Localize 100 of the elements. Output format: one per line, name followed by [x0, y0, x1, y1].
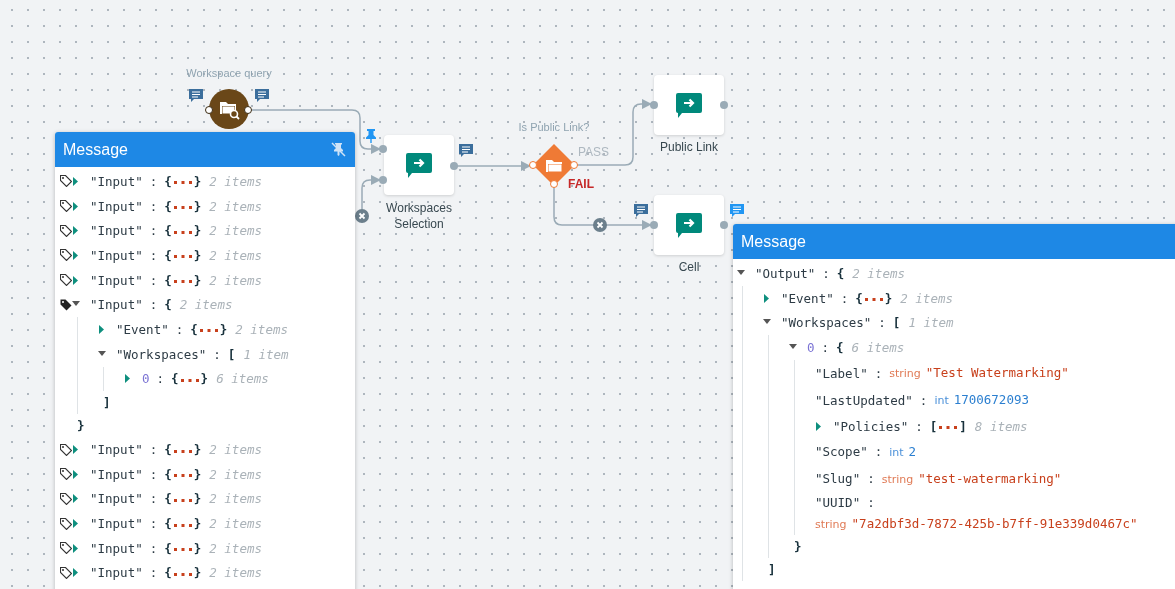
- item-count: 2 items: [209, 565, 262, 581]
- unpin-icon[interactable]: [331, 142, 346, 157]
- item-count: 1 item: [243, 346, 289, 362]
- panel-title: Message: [63, 140, 128, 159]
- open-bracket: {: [164, 173, 172, 189]
- action-node[interactable]: [654, 75, 724, 135]
- open-bracket: {: [164, 198, 172, 214]
- open-bracket: [: [892, 315, 901, 331]
- colon: :: [149, 516, 158, 532]
- value-type: string: [889, 366, 921, 383]
- caret-icon[interactable]: [72, 201, 80, 211]
- json-key: "Event": [781, 290, 834, 306]
- caret-icon[interactable]: [72, 519, 80, 529]
- query-node[interactable]: [209, 89, 249, 129]
- caret-icon[interactable]: [72, 568, 80, 578]
- item-count: 2 items: [235, 321, 288, 337]
- colon: :: [874, 443, 883, 462]
- colon: :: [149, 466, 158, 482]
- caret-icon[interactable]: [72, 494, 80, 504]
- colon: :: [149, 223, 158, 239]
- open-bracket: {: [164, 223, 172, 239]
- open-bracket: {: [164, 466, 172, 482]
- caret-icon[interactable]: [763, 293, 771, 303]
- open-bracket: {: [164, 565, 172, 581]
- item-count: 2 items: [900, 290, 953, 306]
- colon: :: [822, 265, 830, 281]
- comment-icon[interactable]: [634, 204, 648, 217]
- caret-icon[interactable]: [72, 543, 80, 553]
- json-value: "Test Watermarking": [925, 364, 1069, 383]
- item-count: 2 items: [209, 247, 262, 263]
- item-count: 8 items: [974, 418, 1028, 434]
- fail-label: FAIL: [568, 177, 594, 191]
- tag-icon[interactable]: [60, 298, 72, 311]
- remove-icon[interactable]: [593, 218, 607, 232]
- pass-label: PASS: [578, 145, 610, 159]
- value-type: int: [889, 444, 904, 461]
- node-label: Workspace query: [186, 67, 272, 79]
- comment-icon[interactable]: [730, 204, 744, 217]
- value-type: string: [815, 517, 847, 534]
- comment-icon[interactable]: [255, 89, 269, 102]
- tag-icon[interactable]: [60, 443, 72, 456]
- connector: [361, 174, 382, 210]
- tag-icon[interactable]: [60, 200, 72, 213]
- action-node[interactable]: [654, 195, 724, 255]
- tag-icon[interactable]: [60, 175, 72, 188]
- port[interactable]: [205, 106, 213, 114]
- remove-icon[interactable]: [355, 209, 369, 223]
- json-value: "7a2dbf3d-7872-425b-b7ff-91e339d0467c": [851, 515, 1138, 534]
- open-bracket: {: [164, 297, 172, 313]
- colon: :: [149, 272, 158, 288]
- item-count: 2 items: [209, 173, 262, 189]
- tag-icon[interactable]: [60, 517, 72, 530]
- close-bracket: }: [77, 418, 85, 434]
- open-bracket: {: [171, 371, 179, 387]
- json-key: "Input": [90, 247, 143, 263]
- close-bracket: }: [219, 321, 228, 337]
- tag-icon[interactable]: [60, 468, 72, 481]
- open-bracket: {: [190, 321, 198, 337]
- tag-icon[interactable]: [60, 274, 72, 287]
- colon: :: [878, 315, 886, 331]
- tag-icon[interactable]: [60, 542, 72, 555]
- item-count: 2 items: [209, 223, 262, 239]
- close-bracket: }: [193, 247, 202, 263]
- caret-icon[interactable]: [72, 445, 80, 455]
- caret-icon[interactable]: [72, 469, 80, 479]
- item-count: 2 items: [209, 466, 262, 482]
- json-value: "test-watermarking": [918, 469, 1062, 488]
- item-count: 2 items: [209, 540, 262, 556]
- json-key: "Input": [90, 173, 143, 189]
- caret-icon[interactable]: [72, 275, 80, 285]
- caret-icon[interactable]: [72, 250, 80, 260]
- open-bracket: {: [836, 339, 844, 355]
- caret-icon[interactable]: [124, 374, 132, 384]
- arrow-bubble-icon: [406, 152, 432, 178]
- action-node[interactable]: [384, 135, 454, 195]
- caret-icon[interactable]: [72, 226, 80, 236]
- port[interactable]: [244, 106, 252, 114]
- colon: :: [149, 297, 158, 313]
- tag-icon[interactable]: [60, 492, 72, 505]
- close-bracket: ]: [103, 395, 111, 411]
- colon: :: [874, 364, 883, 383]
- caret-icon[interactable]: [72, 176, 80, 186]
- open-bracket: [: [929, 418, 938, 434]
- caret-icon[interactable]: [815, 421, 823, 431]
- json-key: "Output": [755, 265, 816, 281]
- tag-icon[interactable]: [60, 566, 72, 579]
- panel-title: Message: [741, 232, 806, 251]
- item-count: 2 items: [209, 198, 262, 214]
- tag-icon[interactable]: [60, 224, 72, 237]
- value-type: string: [881, 471, 914, 488]
- caret-icon[interactable]: [98, 324, 106, 334]
- json-key: "Input": [90, 223, 143, 239]
- json-key: "Input": [90, 491, 143, 507]
- comment-icon[interactable]: [189, 89, 203, 102]
- tag-icon[interactable]: [60, 249, 72, 262]
- item-count: 1 item: [908, 315, 954, 331]
- comment-icon[interactable]: [459, 144, 473, 157]
- pin-icon[interactable]: [365, 129, 377, 143]
- close-bracket: ]: [768, 562, 776, 578]
- item-count: 2 items: [209, 491, 262, 507]
